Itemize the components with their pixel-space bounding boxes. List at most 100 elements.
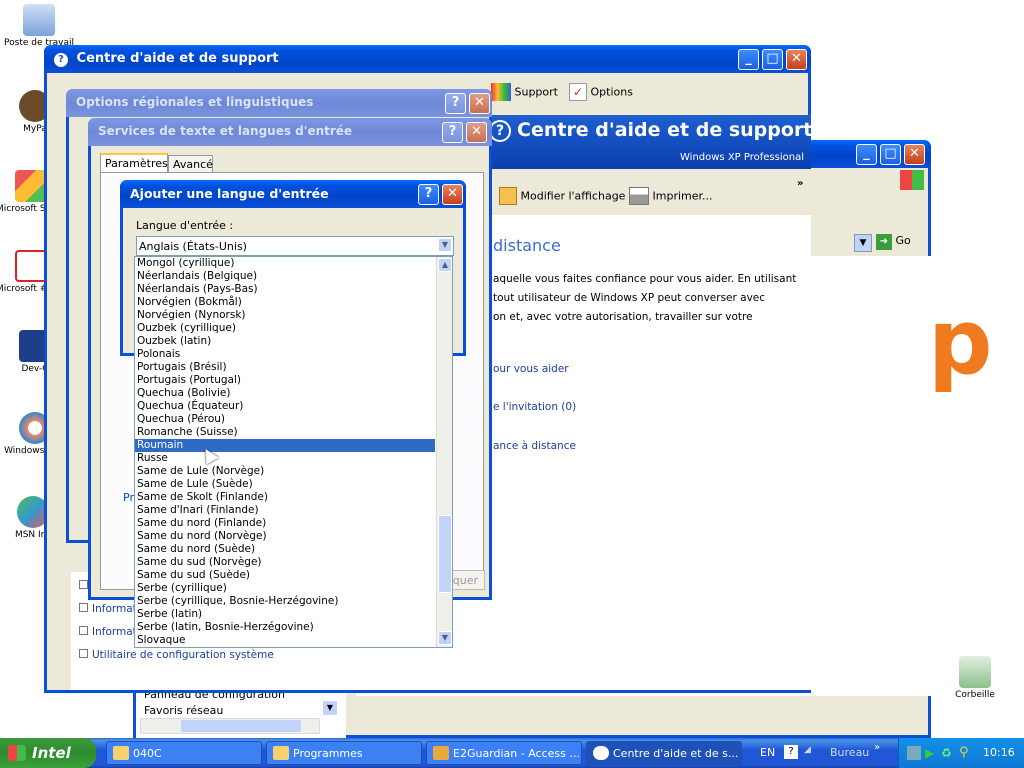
language-option[interactable]: Serbe (cyrillique): [135, 582, 435, 595]
print-button[interactable]: Imprimer...: [629, 187, 713, 205]
close-button[interactable]: ✕: [786, 49, 807, 70]
close-button[interactable]: ✕: [469, 93, 490, 114]
modify-view-button[interactable]: Modifier l'affichage: [499, 187, 625, 205]
language-option[interactable]: Quechua (Équateur): [135, 400, 435, 413]
support-button[interactable]: Support: [491, 83, 558, 105]
language-option[interactable]: Ouzbek (cyrillique): [135, 322, 435, 335]
close-button[interactable]: ✕: [904, 144, 925, 165]
language-option[interactable]: Norvégien (Bokmål): [135, 296, 435, 309]
search-icon[interactable]: ⚲: [959, 745, 969, 760]
horizontal-scrollbar[interactable]: [140, 718, 320, 734]
scroll-thumb[interactable]: [438, 515, 452, 593]
language-option[interactable]: Portugais (Portugal): [135, 374, 435, 387]
language-option[interactable]: Portugais (Brésil): [135, 361, 435, 374]
language-option[interactable]: Same du sud (Suède): [135, 569, 435, 582]
network-icon[interactable]: [907, 746, 921, 760]
background-logo-fragment: p: [928, 290, 993, 395]
left-panel-item[interactable]: Informati: [79, 626, 140, 638]
help-button[interactable]: ?: [442, 122, 463, 143]
task-e2guardian[interactable]: E2Guardian - Access ...: [426, 741, 582, 765]
options-button[interactable]: ✓ Options: [569, 83, 633, 105]
language-option[interactable]: Slovaque: [135, 634, 435, 647]
minimize-button[interactable]: _: [856, 144, 877, 165]
language-option[interactable]: Same du nord (Suède): [135, 543, 435, 556]
help-titlebar[interactable]: ? Centre d'aide et de support _ □ ✕: [44, 45, 811, 73]
language-option[interactable]: Serbe (cyrillique, Bosnie-Herzégovine): [135, 595, 435, 608]
content-text-line: on et, avec votre autorisation, travaill…: [493, 311, 753, 323]
invite-help-link[interactable]: our vous aider: [493, 363, 569, 375]
task-help-center[interactable]: Centre d'aide et de s...: [586, 741, 742, 765]
start-button[interactable]: Intel: [0, 738, 96, 768]
input-language-label: Langue d'entrée :: [136, 219, 234, 232]
scroll-up-arrow[interactable]: ▲: [438, 258, 452, 272]
language-option[interactable]: Quechua (Bolivie): [135, 387, 435, 400]
recycle-icon[interactable]: ♻: [941, 746, 952, 760]
language-option[interactable]: Same du nord (Norvège): [135, 530, 435, 543]
left-panel-item[interactable]: Informati: [79, 603, 140, 615]
maximize-button[interactable]: □: [762, 49, 783, 70]
tab-parametres[interactable]: Paramètres: [100, 153, 168, 173]
browser-icon: [433, 746, 449, 760]
scroll-down-arrow[interactable]: ▼: [438, 631, 452, 645]
language-option[interactable]: Same d'Inari (Finlande): [135, 504, 435, 517]
chevron-more-icon[interactable]: »: [797, 178, 803, 189]
text-services-titlebar[interactable]: Services de texte et langues d'entrée ? …: [88, 118, 492, 146]
language-option[interactable]: Serbe (latin, Bosnie-Herzégovine): [135, 621, 435, 634]
left-panel-item[interactable]: [79, 580, 88, 592]
help-button[interactable]: ?: [418, 184, 439, 205]
language-option[interactable]: Mongol (cyrillique): [135, 257, 435, 270]
favoris-dropdown[interactable]: ▼: [322, 700, 338, 716]
chevron-down-icon[interactable]: ▼: [438, 238, 452, 252]
header-subtitle: Windows XP Professional: [680, 152, 804, 163]
task-040c[interactable]: 040C: [106, 741, 262, 765]
help-icon: ?: [54, 53, 68, 67]
desktop-icon-label: Corbeille: [955, 690, 995, 700]
clock[interactable]: 10:16: [983, 746, 1015, 759]
language-option[interactable]: Quechua (Pérou): [135, 413, 435, 426]
add-language-titlebar[interactable]: Ajouter une langue d'entrée ? ✕: [120, 180, 466, 208]
maximize-button[interactable]: □: [880, 144, 901, 165]
close-button[interactable]: ✕: [442, 184, 463, 205]
tab-avance[interactable]: Avancé: [168, 155, 213, 173]
language-option[interactable]: Same de Skolt (Finlande): [135, 491, 435, 504]
minimize-button[interactable]: _: [738, 49, 759, 70]
help-button[interactable]: ?: [445, 93, 466, 114]
language-indicator[interactable]: EN: [760, 746, 775, 759]
desktop-icon-my-computer[interactable]: Poste de travail: [4, 4, 74, 48]
go-button[interactable]: ➜ Go: [876, 234, 926, 252]
left-panel-item[interactable]: Utilitaire de configuration système: [79, 649, 274, 661]
language-option[interactable]: Serbe (latin): [135, 608, 435, 621]
language-option[interactable]: Same de Lule (Norvège): [135, 465, 435, 478]
language-option[interactable]: Same du sud (Norvège): [135, 556, 435, 569]
language-option[interactable]: Romanche (Suisse): [135, 426, 435, 439]
lang-help-icon[interactable]: ?: [784, 745, 798, 759]
input-language-combobox[interactable]: Anglais (États-Unis) ▼: [136, 236, 454, 256]
desktop-toolbar-label[interactable]: Bureau: [830, 746, 869, 759]
regional-titlebar[interactable]: Options régionales et linguistiques ? ✕: [66, 89, 492, 117]
language-option[interactable]: Norvégien (Nynorsk): [135, 309, 435, 322]
lang-bar-arrow-icon[interactable]: ◢: [804, 745, 811, 755]
language-option[interactable]: Same du nord (Finlande): [135, 517, 435, 530]
desktop-icon-recycle-bin[interactable]: Corbeille: [940, 656, 1010, 700]
language-option[interactable]: Polonais: [135, 348, 435, 361]
remote-assistance-link[interactable]: ance à distance: [493, 440, 576, 452]
language-option[interactable]: Same de Lule (Suède): [135, 478, 435, 491]
language-option[interactable]: Russe: [135, 452, 435, 465]
dropdown-scrollbar[interactable]: ▲ ▼: [436, 257, 452, 647]
language-option[interactable]: Roumain: [135, 439, 435, 452]
toolbar-chevron-icon[interactable]: »: [874, 742, 880, 753]
go-arrow-icon: ➜: [876, 234, 892, 250]
favoris-reseau-item[interactable]: Favoris réseau: [144, 704, 223, 717]
play-icon[interactable]: ▶: [925, 746, 934, 760]
task-programmes[interactable]: Programmes: [266, 741, 422, 765]
input-language-dropdown-list[interactable]: Mongol (cyrillique) Néerlandais (Belgique…: [134, 256, 453, 648]
language-option[interactable]: Néerlandais (Pays-Bas): [135, 283, 435, 296]
go-label: Go: [895, 234, 911, 247]
close-button[interactable]: ✕: [466, 122, 487, 143]
invitation-status-link[interactable]: e l'invitation (0): [493, 401, 576, 413]
address-dropdown[interactable]: ▼: [854, 234, 872, 252]
language-option[interactable]: Néerlandais (Belgique): [135, 270, 435, 283]
language-option[interactable]: Ouzbek (latin): [135, 335, 435, 348]
support-icon: [491, 83, 511, 101]
header-help-icon: ?: [489, 120, 511, 142]
